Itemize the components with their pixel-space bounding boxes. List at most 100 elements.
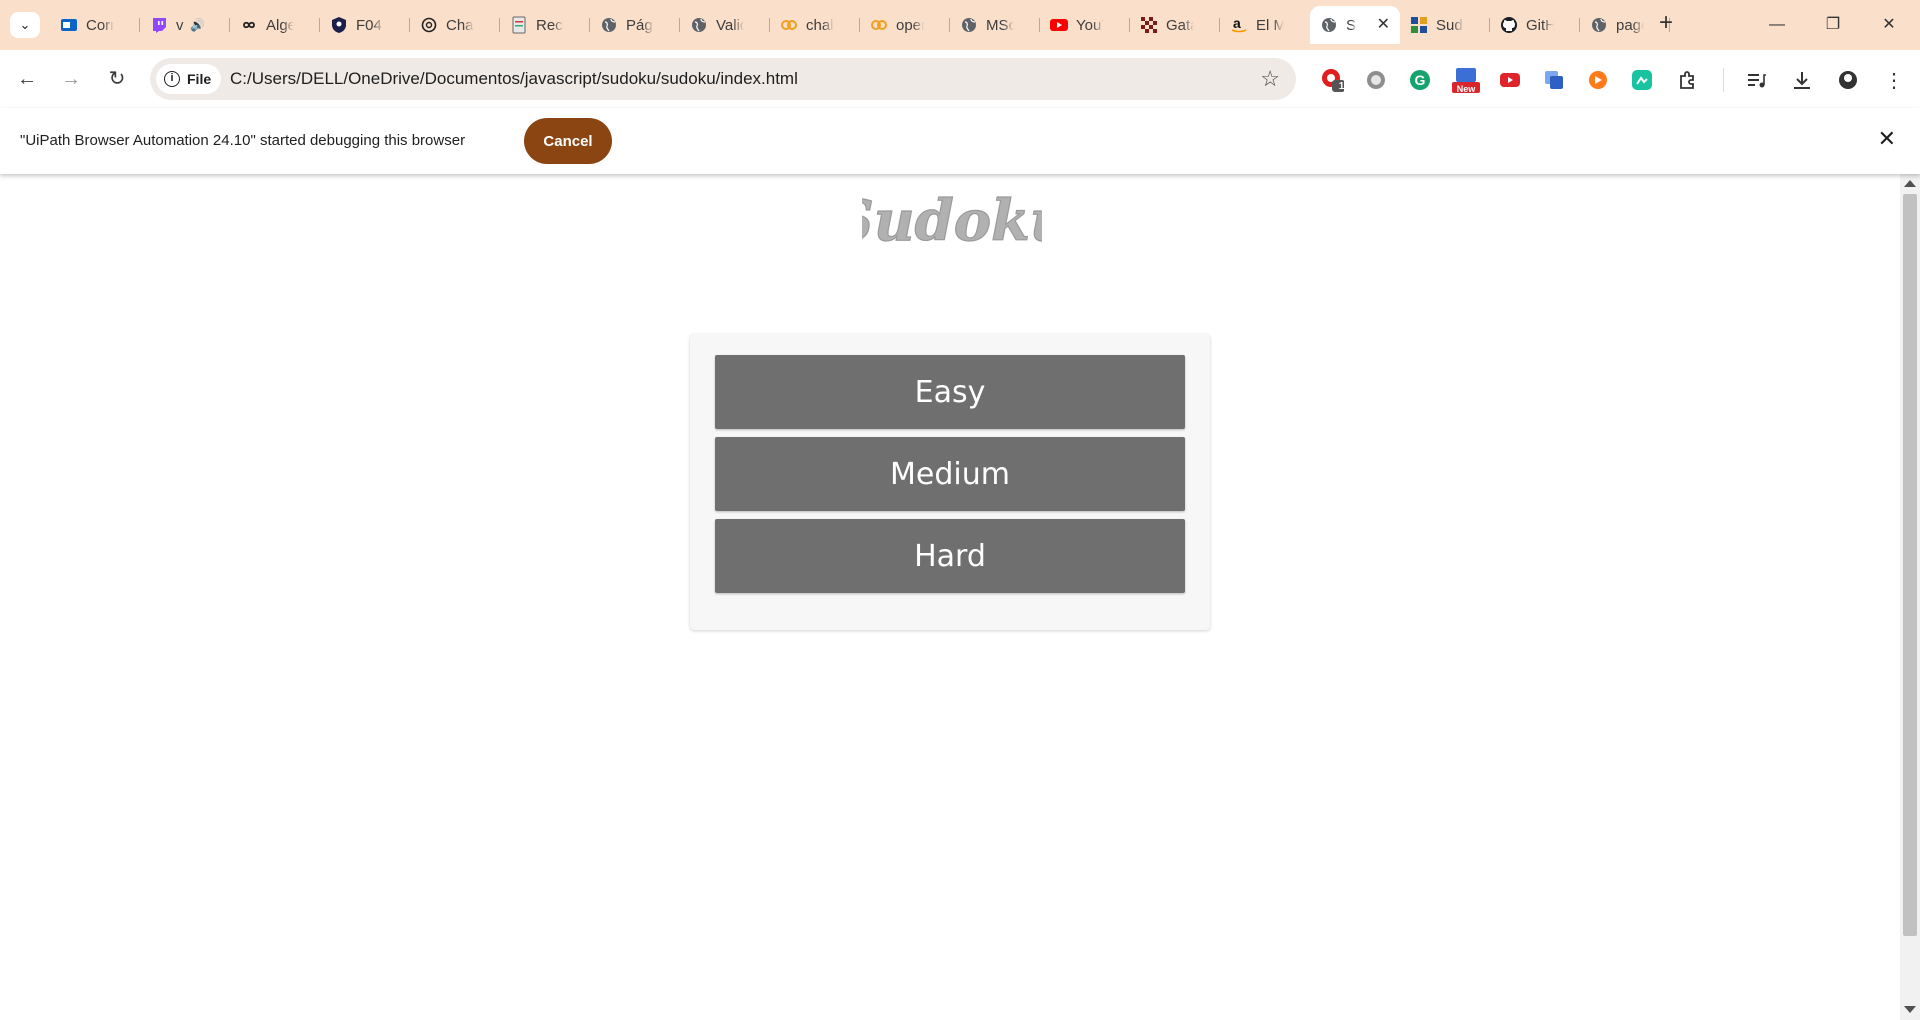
tab-github[interactable]: GitHub	[1490, 6, 1580, 44]
new-extension-button[interactable]: New	[1451, 68, 1481, 94]
green-extension-button[interactable]	[1630, 68, 1654, 92]
globe-icon	[600, 16, 618, 34]
tab-list: Correo v 🔊 Algebra F04 ChatGPT Recibo Pá…	[50, 6, 1670, 44]
svg-text:G: G	[1415, 72, 1426, 88]
extension-badge-count: 1	[1338, 81, 1345, 92]
scroll-up-arrow-icon[interactable]	[1904, 180, 1916, 187]
arrow-right-icon: →	[61, 68, 81, 90]
checker-icon	[1140, 16, 1158, 34]
tab-gatas[interactable]: Gatas	[1130, 6, 1220, 44]
close-window-button[interactable]: ✕	[1866, 10, 1912, 40]
tab-chatgpt[interactable]: ChatGPT	[410, 6, 500, 44]
info-icon: i	[164, 71, 180, 87]
tab-correo[interactable]: Correo	[50, 6, 140, 44]
medium-button[interactable]: Medium	[715, 437, 1185, 511]
grammarly-button[interactable]: G	[1408, 68, 1432, 92]
openai-icon	[420, 16, 438, 34]
restore-button[interactable]: ❐	[1810, 10, 1856, 40]
tab-title: El M	[1256, 16, 1284, 34]
debugging-infobar: "UiPath Browser Automation 24.10" starte…	[0, 108, 1920, 174]
tab-title: Gatas	[1166, 16, 1194, 34]
translate-icon	[1545, 71, 1563, 89]
cancel-debugging-button[interactable]: Cancel	[524, 118, 612, 164]
address-bar[interactable]: i File C:/Users/DELL/OneDrive/Documentos…	[150, 58, 1296, 100]
orange-extension-button[interactable]	[1586, 68, 1610, 92]
kebab-menu-icon: ⋮	[1884, 69, 1904, 92]
globe-icon	[1590, 16, 1608, 34]
hard-button[interactable]: Hard	[715, 519, 1185, 593]
minimize-icon: —	[1769, 16, 1785, 33]
toolbar-divider	[1723, 68, 1724, 92]
codewars-icon	[780, 16, 798, 34]
back-button[interactable]: ←	[14, 66, 40, 92]
restore-icon: ❐	[1825, 16, 1841, 33]
vertical-scrollbar[interactable]	[1900, 174, 1920, 1020]
tab-challenge[interactable]: challenge	[770, 6, 860, 44]
browser-toolbar: ← → ↻ i File C:/Users/DELL/OneDrive/Docu…	[0, 50, 1920, 108]
bookmark-star-icon[interactable]: ☆	[1260, 66, 1280, 92]
orange-play-icon	[1589, 71, 1607, 89]
tab-amazon[interactable]: a El M	[1220, 6, 1310, 44]
site-info-chip[interactable]: i File	[156, 64, 222, 94]
page-content: Sudoku Easy Medium Hard	[0, 174, 1900, 1020]
outlook-icon	[60, 16, 78, 34]
svg-text:a: a	[1233, 16, 1241, 31]
twitch-icon	[150, 16, 168, 34]
youtube-icon	[1050, 16, 1068, 34]
tab-title: F04	[356, 16, 382, 34]
tab-pagina[interactable]: Página	[590, 6, 680, 44]
grid-icon	[1410, 16, 1428, 34]
globe-icon	[1320, 16, 1338, 34]
tab-strip: ⌄ Correo v 🔊 Algebra F04 ChatGPT Recibo	[0, 0, 1920, 50]
tab-msci[interactable]: MSci	[950, 6, 1040, 44]
tab-youtube[interactable]: YouTube	[1040, 6, 1130, 44]
tab-title: YouTube	[1076, 16, 1104, 34]
extension-badge-button[interactable]: 1	[1320, 68, 1344, 92]
close-infobar-icon[interactable]: ✕	[1878, 126, 1896, 152]
speaker-icon[interactable]: 🔊	[190, 18, 205, 32]
tab-title: Recibo	[536, 16, 564, 34]
scroll-down-arrow-icon[interactable]	[1904, 1006, 1916, 1013]
tab-operators[interactable]: operators	[860, 6, 950, 44]
new-badge-label: New	[1456, 84, 1476, 94]
media-controls-button[interactable]	[1744, 68, 1768, 92]
youtube-extension-button[interactable]	[1498, 68, 1522, 92]
scrollbar-thumb[interactable]	[1903, 194, 1917, 936]
tab-title: v	[176, 16, 184, 34]
download-icon	[1794, 72, 1810, 89]
tab-title: Correo	[86, 16, 114, 34]
tab-sudoku-active[interactable]: Sudoku ✕	[1310, 6, 1400, 44]
easy-button[interactable]: Easy	[715, 355, 1185, 429]
github-icon	[1500, 16, 1518, 34]
tab-recibo[interactable]: Recibo	[500, 6, 590, 44]
tab-validar[interactable]: Validar	[680, 6, 770, 44]
grammarly-icon: G	[1410, 70, 1430, 90]
reload-button[interactable]: ↻	[104, 66, 130, 92]
tab-sudoku[interactable]: Sudoku	[1400, 6, 1490, 44]
new-tab-button[interactable]: +	[1652, 10, 1680, 38]
playlist-icon	[1748, 74, 1766, 88]
globe-icon	[960, 16, 978, 34]
tab-title: Validar	[716, 16, 744, 34]
green-tile-icon	[1632, 70, 1652, 90]
menu-button[interactable]: ⋮	[1882, 68, 1906, 92]
plus-icon: +	[1658, 9, 1673, 36]
infobar-message: "UiPath Browser Automation 24.10" starte…	[20, 132, 466, 149]
profile-avatar-icon	[1839, 71, 1857, 89]
tab-title: Página	[626, 16, 654, 34]
tab-f04[interactable]: F04	[320, 6, 410, 44]
tab-title: Algebra	[266, 16, 294, 34]
url-text[interactable]: C:/Users/DELL/OneDrive/Documentos/javasc…	[230, 69, 798, 89]
profile-button[interactable]	[1834, 68, 1862, 92]
forward-button[interactable]: →	[58, 66, 84, 92]
tab-twitch[interactable]: v 🔊	[140, 6, 230, 44]
extensions-menu-button[interactable]	[1676, 68, 1700, 92]
tab-title: page	[1616, 16, 1644, 34]
downloads-button[interactable]	[1790, 68, 1814, 92]
close-tab-icon[interactable]: ✕	[1377, 16, 1390, 34]
translate-extension-button[interactable]	[1542, 68, 1566, 92]
extension-circle-button[interactable]	[1364, 68, 1388, 92]
tab-search-button[interactable]: ⌄	[10, 12, 40, 38]
minimize-button[interactable]: —	[1754, 10, 1800, 40]
tab-algebra[interactable]: Algebra	[230, 6, 320, 44]
